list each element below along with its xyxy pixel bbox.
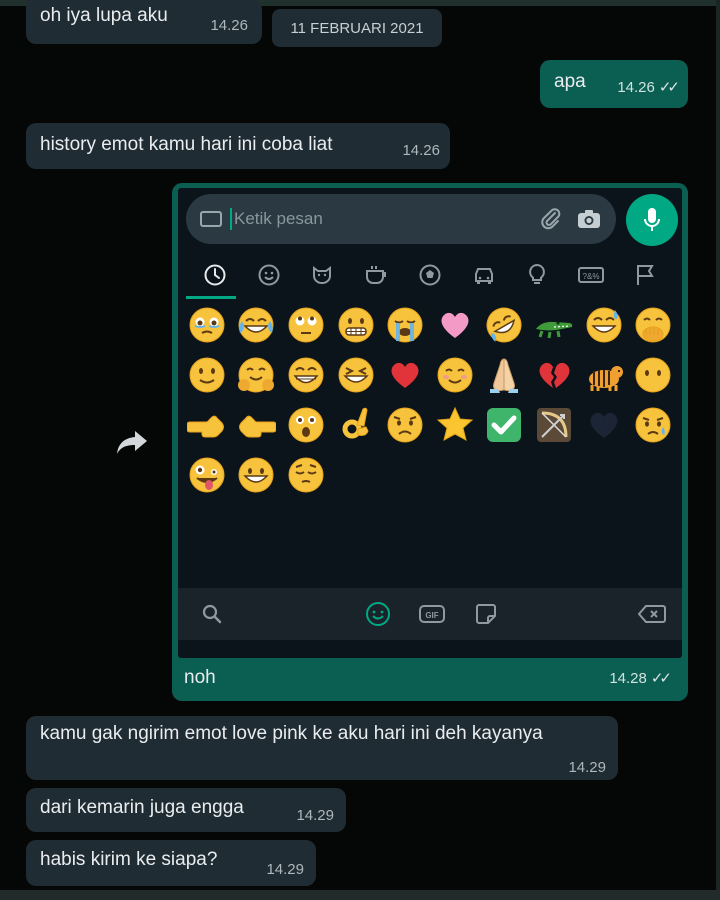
message-time: 14.26	[617, 79, 655, 96]
backhand-index-pointing-left-emoji	[182, 400, 232, 450]
message-time: 14.26	[402, 142, 440, 159]
emoji-tab-icon	[364, 601, 392, 627]
pink-heart-emoji	[430, 300, 480, 350]
face-with-tears-of-joy-emoji	[232, 300, 282, 350]
sticker-icon	[472, 601, 500, 627]
message-composer: Ketik pesan	[186, 194, 616, 244]
folded-hands-emoji	[480, 350, 530, 400]
message-time: 14.29	[266, 861, 304, 878]
image-message[interactable]: Ketik pesan ?&% GIF noh 14.28 ✓✓	[172, 183, 688, 701]
message-text: dari kemarin juga engga	[40, 797, 244, 818]
message-outgoing[interactable]: apa 14.26 ✓✓	[540, 60, 688, 108]
bottom-edge	[0, 890, 720, 900]
composer-placeholder: Ketik pesan	[234, 209, 323, 228]
keyboard-icon	[200, 211, 222, 227]
beaming-face-emoji	[281, 350, 331, 400]
objects-icon	[523, 261, 551, 289]
recent-icon	[201, 261, 229, 289]
rolling-on-floor-laughing-emoji	[480, 300, 530, 350]
food-icon	[362, 261, 390, 289]
read-ticks-icon: ✓✓	[658, 79, 680, 96]
camera-icon	[576, 206, 602, 232]
category-underline	[186, 296, 236, 299]
flags-icon	[631, 261, 659, 289]
gif-icon: GIF	[418, 601, 446, 627]
animal-icon	[308, 261, 336, 289]
text-cursor	[230, 208, 232, 230]
right-edge	[716, 0, 720, 900]
red-heart-emoji	[380, 350, 430, 400]
backhand-index-pointing-right-emoji	[232, 400, 282, 450]
slightly-smiling-face-emoji	[182, 350, 232, 400]
message-text: oh iya lupa aku	[40, 5, 168, 26]
astonished-face-emoji	[281, 400, 331, 450]
smiling-face-with-open-hands-emoji	[232, 350, 282, 400]
tiger-emoji	[579, 350, 629, 400]
star-emoji	[430, 400, 480, 450]
message-time: 14.29	[568, 759, 606, 776]
emoji-category-bar: ?&%	[178, 254, 682, 296]
face-with-hand-over-mouth-emoji	[628, 300, 678, 350]
smiley-icon	[255, 261, 283, 289]
message-time: 14.26	[210, 17, 248, 34]
backspace-icon	[638, 601, 666, 627]
search-icon	[198, 601, 226, 627]
face-without-mouth-emoji	[628, 350, 678, 400]
worried-face-emoji	[380, 400, 430, 450]
recent-emoji-grid	[182, 300, 678, 500]
zany-face-emoji	[182, 450, 232, 500]
message-text: apa	[554, 71, 586, 92]
message-time: 14.29	[296, 807, 334, 824]
mic-icon	[626, 194, 678, 246]
bow-and-arrow-emoji	[529, 400, 579, 450]
ok-hand-emoji	[331, 400, 381, 450]
message-incoming[interactable]: kamu gak ngirim emot love pink ke aku ha…	[26, 716, 618, 780]
smiling-face-emoji	[430, 350, 480, 400]
crocodile-emoji	[529, 300, 579, 350]
message-incoming[interactable]: oh iya lupa aku 14.26	[26, 0, 262, 44]
message-time: 14.28	[609, 669, 647, 687]
face-holding-back-tears-emoji	[182, 300, 232, 350]
emoji-panel-bottom-bar: GIF	[178, 588, 682, 640]
check-mark-button-emoji	[480, 400, 530, 450]
symbols-icon: ?&%	[577, 261, 605, 289]
activity-icon	[416, 261, 444, 289]
read-ticks-icon: ✓✓	[650, 670, 672, 687]
image-caption-row: noh 14.28 ✓✓	[184, 663, 676, 693]
loudly-crying-face-emoji	[380, 300, 430, 350]
message-incoming[interactable]: habis kirim ke siapa? 14.29	[26, 840, 316, 886]
grinning-squinting-face-emoji	[331, 350, 381, 400]
message-text: habis kirim ke siapa?	[40, 849, 218, 870]
message-incoming[interactable]: history emot kamu hari ini coba liat 14.…	[26, 123, 450, 169]
svg-text:?&%: ?&%	[583, 272, 600, 281]
grinning-face-emoji	[232, 450, 282, 500]
face-with-rolling-eyes-emoji	[281, 300, 331, 350]
attach-icon	[538, 206, 564, 232]
date-chip: 11 FEBRUARI 2021	[272, 9, 442, 47]
screenshot-image[interactable]: Ketik pesan ?&% GIF	[178, 188, 682, 658]
svg-text:GIF: GIF	[425, 611, 438, 620]
sad-but-relieved-face-emoji	[628, 400, 678, 450]
black-heart-emoji	[579, 400, 629, 450]
forward-icon[interactable]	[114, 424, 150, 460]
broken-heart-emoji	[529, 350, 579, 400]
travel-icon	[470, 261, 498, 289]
grimacing-face-emoji	[331, 300, 381, 350]
message-text: kamu gak ngirim emot love pink ke aku ha…	[40, 723, 543, 744]
grinning-face-with-sweat-emoji	[579, 300, 629, 350]
image-caption: noh	[184, 667, 216, 688]
pensive-face-emoji	[281, 450, 331, 500]
message-incoming[interactable]: dari kemarin juga engga 14.29	[26, 788, 346, 832]
message-text: history emot kamu hari ini coba liat	[40, 134, 333, 155]
